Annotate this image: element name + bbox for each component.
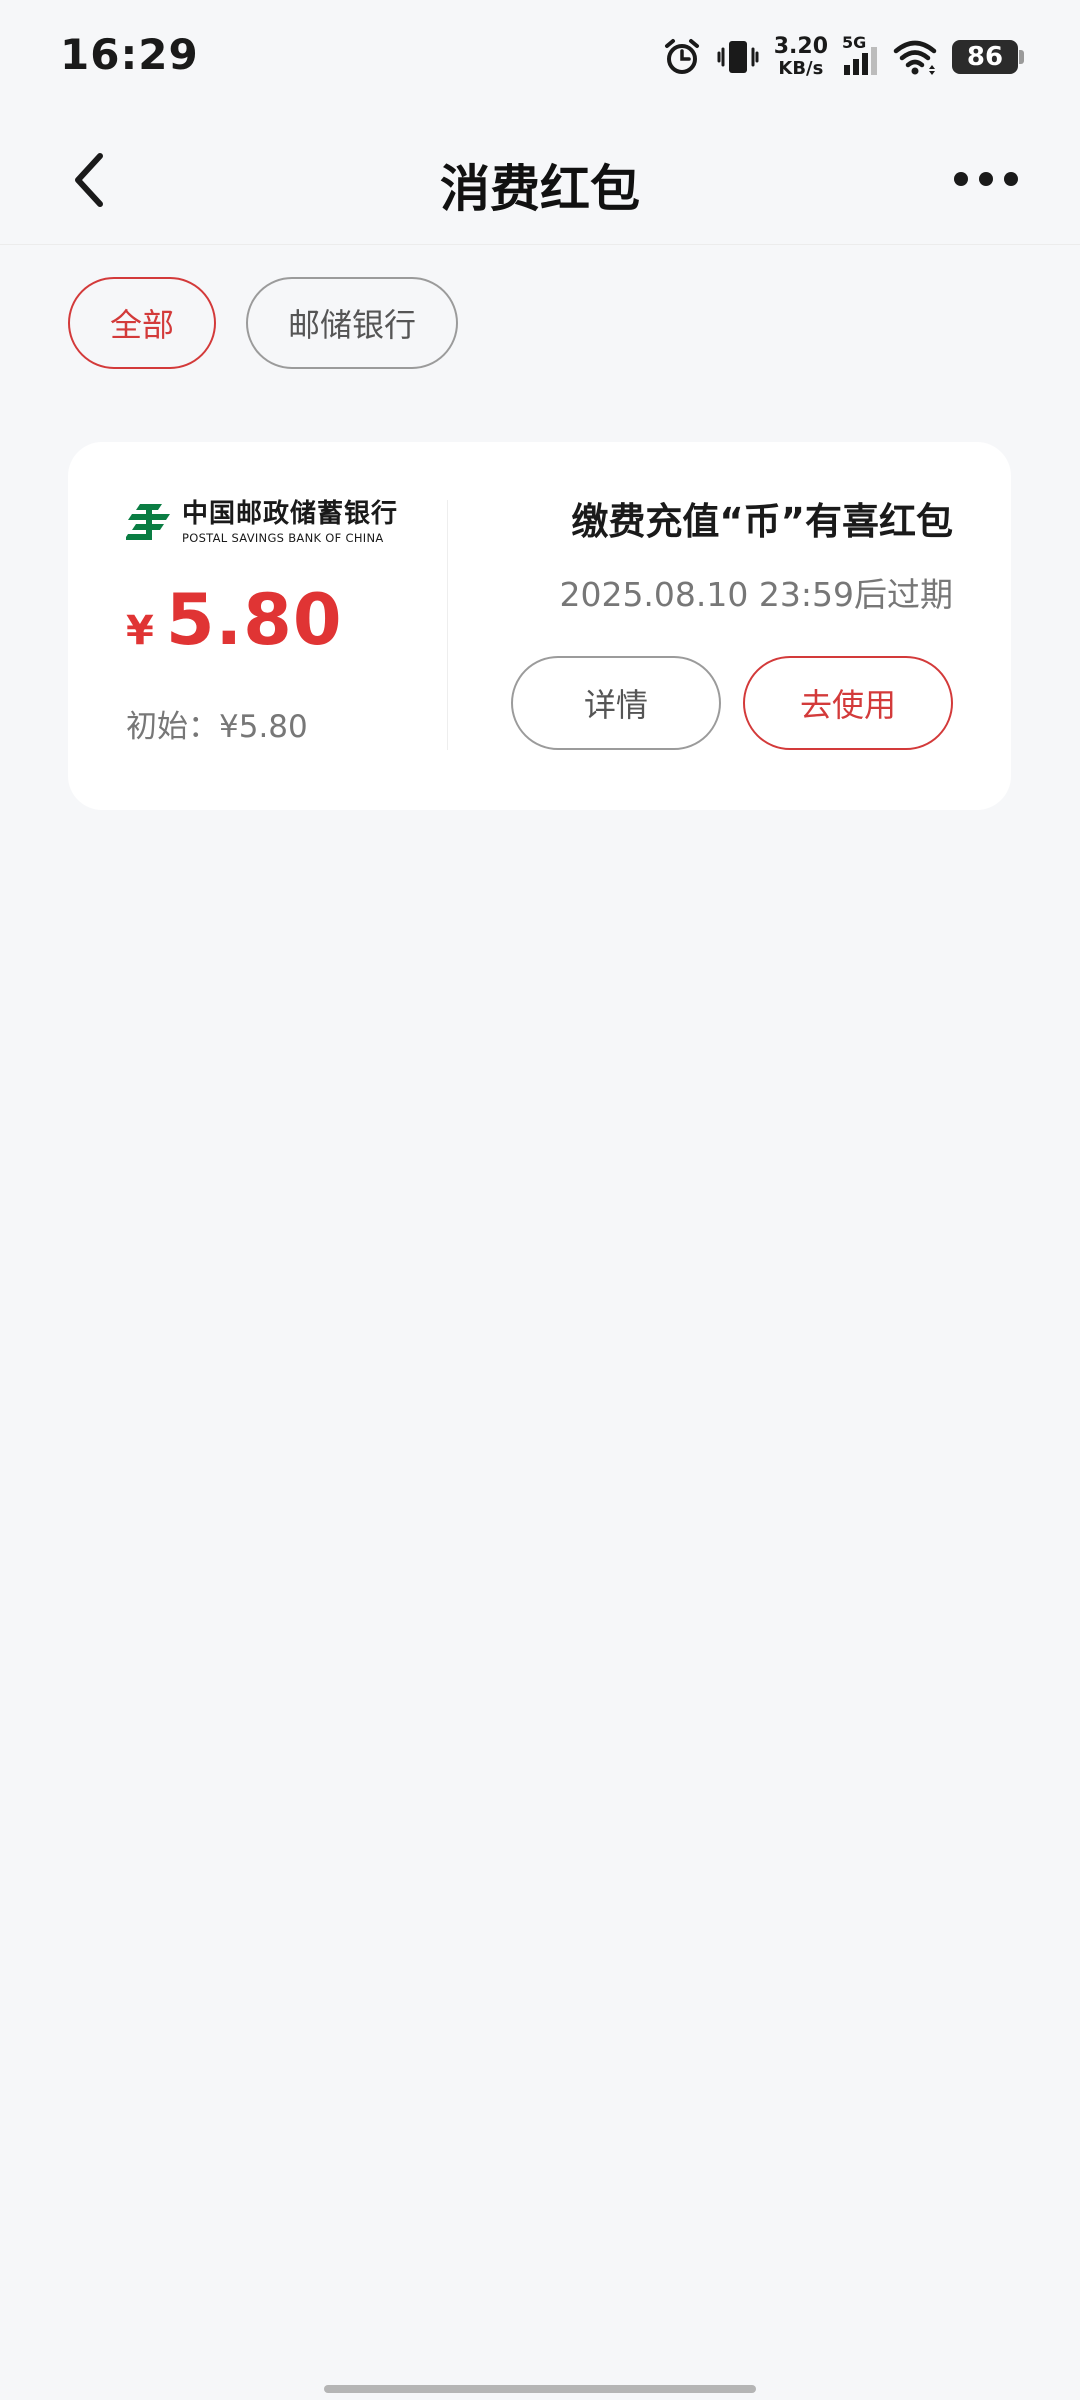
bank-logo: 中国邮政储蓄银行 POSTAL SAVINGS BANK OF CHINA (126, 500, 436, 545)
net-speed: 3.20 KB/s (774, 36, 828, 78)
screen: 16:29 3.20 KB/s 5G 86 消费红包 全部 邮储银行 中国邮政储… (0, 0, 1080, 2400)
page-title: 消费红包 (440, 160, 640, 218)
vibrate-icon (717, 41, 759, 73)
filter-chips: 全部 邮储银行 (68, 277, 459, 369)
coupon-left: 中国邮政储蓄银行 POSTAL SAVINGS BANK OF CHINA ¥ … (126, 500, 436, 750)
status-time: 16:29 (60, 30, 199, 79)
detail-button[interactable]: 详情 (511, 656, 721, 750)
network-type: 5G (842, 33, 867, 52)
bank-name-cn: 中国邮政储蓄银行 (182, 499, 399, 529)
psbc-logo-icon (126, 504, 170, 541)
filter-chip-all[interactable]: 全部 (68, 277, 217, 369)
more-button[interactable] (954, 161, 1018, 197)
gesture-bar[interactable] (324, 2385, 756, 2393)
bank-name-en: POSTAL SAVINGS BANK OF CHINA (182, 530, 384, 545)
coupon-amount: ¥ 5.80 (126, 579, 436, 661)
amount-value: 5.80 (165, 578, 343, 661)
status-bar: 16:29 3.20 KB/s 5G 86 (0, 0, 1080, 115)
battery-level: 86 (966, 42, 1004, 72)
net-speed-unit: KB/s (778, 58, 824, 79)
coupon-title: 缴费充值“币”有喜红包 (571, 500, 953, 543)
battery-icon: 86 (952, 40, 1024, 74)
more-dot (979, 172, 993, 186)
currency-symbol: ¥ (126, 607, 154, 654)
coupon-card: 中国邮政储蓄银行 POSTAL SAVINGS BANK OF CHINA ¥ … (68, 442, 1011, 810)
use-button[interactable]: 去使用 (743, 656, 953, 750)
coupon-right: 缴费充值“币”有喜红包 2025.08.10 23:59后过期 详情 去使用 (483, 500, 953, 750)
more-dot (954, 172, 968, 186)
signal-icon: 5G (842, 33, 878, 77)
net-speed-value: 3.20 (773, 34, 828, 59)
more-dot (1004, 172, 1018, 186)
filter-chip-psbc[interactable]: 邮储银行 (246, 277, 459, 369)
initial-amount: 初始：¥5.80 (126, 708, 308, 745)
header: 消费红包 (0, 115, 1080, 245)
coupon-expiry: 2025.08.10 23:59后过期 (559, 575, 953, 615)
wifi-icon (893, 40, 937, 75)
alarm-icon (664, 39, 699, 74)
status-icons: 3.20 KB/s 5G 86 (662, 32, 1024, 82)
coupon-actions: 详情 去使用 (511, 656, 953, 750)
bank-logo-text: 中国邮政储蓄银行 POSTAL SAVINGS BANK OF CHINA (182, 500, 398, 545)
card-divider (447, 500, 448, 750)
